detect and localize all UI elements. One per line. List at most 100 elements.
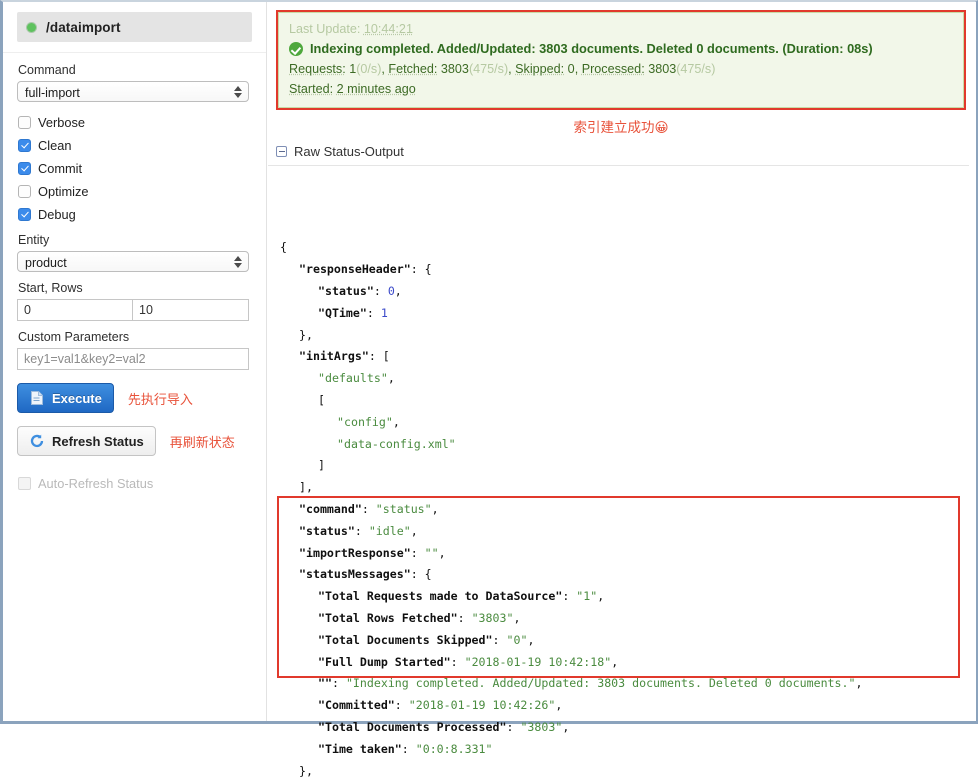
checkbox-commit[interactable]: Commit	[18, 157, 252, 180]
json-token: :	[457, 610, 472, 625]
status-message-row: Indexing completed. Added/Updated: 3803 …	[289, 39, 953, 59]
processed-label: Processed:	[581, 62, 645, 76]
json-line: "Full Dump Started": "2018-01-19 10:42:1…	[280, 652, 976, 674]
command-label: Command	[18, 63, 76, 77]
json-line: "status": "idle",	[280, 521, 976, 543]
entity-label: Entity	[18, 233, 50, 247]
refresh-circle-icon	[30, 434, 44, 448]
json-line: "importResponse": "",	[280, 543, 976, 565]
json-token: "responseHeader"	[299, 262, 411, 277]
json-token: 0	[387, 283, 395, 298]
json-token: ,	[394, 283, 402, 298]
checkbox-box-icon	[18, 185, 31, 198]
fetched-rate: (475/s)	[468, 62, 509, 76]
json-line: "status": 0,	[280, 281, 976, 303]
json-token: ,	[611, 654, 619, 669]
json-token: {	[280, 240, 287, 255]
fetched-value: 3803	[440, 62, 469, 76]
json-line: },	[280, 761, 976, 782]
json-token: ,	[410, 523, 418, 538]
checkbox-label: Verbose	[38, 115, 85, 130]
json-token: "config"	[337, 414, 393, 429]
start-rows-inputs	[17, 299, 249, 321]
execute-note: 先执行导入	[127, 391, 193, 407]
json-token: "defaults"	[318, 371, 388, 386]
json-token: },	[299, 327, 313, 342]
checkbox-auto-refresh-status[interactable]: Auto-Refresh Status	[18, 472, 252, 495]
json-line: "Total Documents Skipped": "0",	[280, 630, 976, 652]
json-line: "initArgs": [	[280, 346, 976, 368]
command-select[interactable]: full-import	[17, 81, 249, 102]
json-token: :	[331, 676, 346, 691]
status-panel: Last Update: 10:44:21 Indexing completed…	[278, 12, 964, 108]
handler-name: /dataimport	[46, 19, 121, 35]
json-line: "defaults",	[280, 368, 976, 390]
json-token: "Full Dump Started"	[318, 654, 451, 669]
json-token: :	[492, 632, 507, 647]
json-line: "Total Documents Processed": "3803",	[280, 717, 976, 739]
json-line: "command": "status",	[280, 499, 976, 521]
checkbox-label: Auto-Refresh Status	[38, 476, 154, 491]
json-token: "2018-01-19 10:42:18"	[464, 654, 612, 669]
checkbox-debug[interactable]: Debug	[18, 203, 252, 226]
started-value: 2 minutes ago	[336, 82, 416, 96]
json-token: "data-config.xml"	[337, 436, 456, 451]
json-line: [	[280, 390, 976, 412]
checkbox-label: Debug	[38, 207, 76, 222]
json-token: "statusMessages"	[299, 567, 411, 582]
start-rows-label: Start, Rows	[18, 281, 83, 295]
processed-value: 3803	[648, 62, 677, 76]
entity-select[interactable]: product	[17, 251, 249, 272]
checkbox-box-icon	[18, 477, 31, 490]
json-token: "Total Requests made to DataSource"	[318, 589, 563, 604]
json-line: "": "Indexing completed. Added/Updated: …	[280, 673, 976, 695]
checkbox-optimize[interactable]: Optimize	[18, 180, 252, 203]
json-token: "Total Rows Fetched"	[318, 610, 458, 625]
refresh-note: 再刷新状态	[169, 434, 235, 450]
refresh-status-button-label: Refresh Status	[52, 433, 144, 449]
json-line: ]	[280, 455, 976, 477]
raw-status-output-json: {"responseHeader": {"status": 0, "QTime":…	[276, 166, 976, 782]
json-token: :	[506, 719, 521, 734]
green-status-dot-icon	[27, 22, 36, 32]
json-token: ,	[431, 501, 439, 516]
stepper-arrows-icon	[231, 83, 244, 100]
json-token: ,	[387, 371, 395, 386]
raw-status-output-title: Raw Status-Output	[294, 144, 404, 159]
minus-square-icon[interactable]	[276, 146, 287, 157]
last-update-value: 10:44:21	[363, 22, 413, 36]
annotation-text: 索引建立成功😀	[573, 120, 669, 135]
checkbox-checked-icon	[18, 139, 31, 152]
json-token: "2018-01-19 10:42:26"	[408, 698, 556, 713]
json-token: "3803"	[471, 610, 514, 625]
custom-parameters-input[interactable]	[17, 348, 249, 370]
json-token: ,	[855, 676, 863, 691]
json-token: "importResponse"	[299, 545, 411, 560]
checkbox-label: Optimize	[38, 184, 89, 199]
requests-rate: (0/s)	[356, 62, 382, 76]
json-token: ,	[555, 698, 563, 713]
skipped-label: Skipped:	[515, 62, 565, 76]
checkbox-verbose[interactable]: Verbose	[18, 111, 252, 134]
rows-input[interactable]	[133, 299, 249, 321]
last-update-line: Last Update: 10:44:21	[289, 19, 953, 39]
json-token: :	[562, 589, 577, 604]
json-token: "initArgs"	[299, 349, 369, 364]
json-token: "0:0:8.331"	[415, 741, 493, 756]
checkbox-checked-icon	[18, 208, 31, 221]
json-token: :	[361, 501, 376, 516]
start-input[interactable]	[17, 299, 133, 321]
refresh-status-button[interactable]: Refresh Status	[17, 426, 156, 456]
json-token: "Time taken"	[318, 741, 402, 756]
json-token: "command"	[299, 501, 362, 516]
json-token: "status"	[299, 523, 355, 538]
execute-button[interactable]: Execute	[17, 383, 114, 413]
json-token: ,	[513, 610, 521, 625]
json-token: : {	[410, 262, 432, 277]
checkbox-clean[interactable]: Clean	[18, 134, 252, 157]
json-line: {	[280, 237, 976, 259]
raw-status-output-header[interactable]: Raw Status-Output	[268, 140, 969, 166]
checkbox-label: Commit	[38, 161, 83, 176]
json-line: },	[280, 325, 976, 347]
started-line: Started: 2 minutes ago	[289, 79, 953, 99]
